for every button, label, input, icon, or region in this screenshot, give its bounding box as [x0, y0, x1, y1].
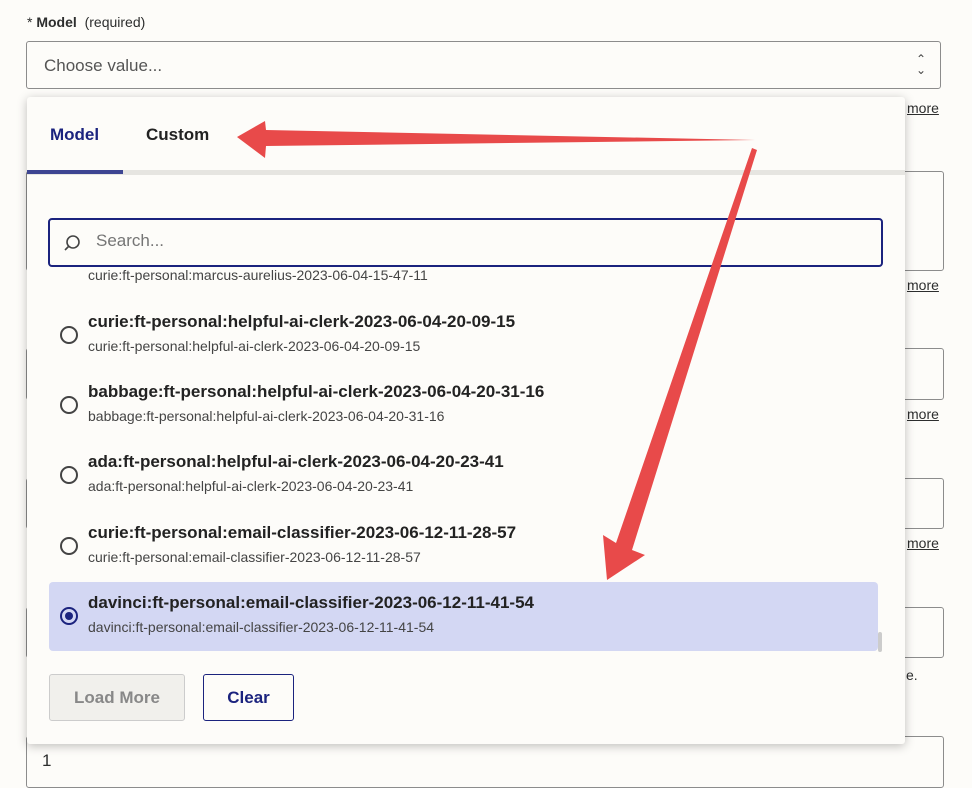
- option-subtitle: ada:ft-personal:helpful-ai-clerk-2023-06…: [88, 478, 414, 494]
- tab-bar: [27, 170, 905, 175]
- option-subtitle: curie:ft-personal:helpful-ai-clerk-2023-…: [88, 338, 421, 354]
- scrollbar[interactable]: [878, 632, 882, 652]
- model-field-label: * Model (required): [27, 14, 145, 30]
- input-value: 1: [42, 751, 52, 770]
- clear-button[interactable]: Clear: [203, 674, 294, 721]
- option-title: curie:ft-personal:email-classifier-2023-…: [88, 523, 517, 542]
- option-title: babbage:ft-personal:helpful-ai-clerk-202…: [88, 382, 545, 401]
- background-text: e.: [906, 667, 918, 683]
- option-subtitle: davinci:ft-personal:email-classifier-202…: [88, 619, 435, 635]
- option-subtitle: curie:ft-personal:email-classifier-2023-…: [88, 549, 421, 565]
- model-select[interactable]: Choose value... ⌃ ⌄: [26, 41, 941, 89]
- active-tab-indicator: [27, 170, 123, 174]
- label-text: Model: [36, 14, 77, 30]
- radio-button[interactable]: [60, 326, 78, 344]
- tab-model[interactable]: Model: [50, 125, 99, 145]
- option-item[interactable]: curie:ft-personal:email-classifier-2023-…: [49, 512, 878, 581]
- chevron-up-down-icon: ⌃ ⌄: [915, 52, 926, 77]
- option-item[interactable]: babbage:ft-personal:helpful-ai-clerk-202…: [49, 371, 878, 440]
- more-link[interactable]: more: [907, 100, 939, 116]
- radio-button[interactable]: [60, 466, 78, 484]
- option-title: davinci:ft-personal:email-classifier-202…: [88, 593, 534, 612]
- search-input[interactable]: [94, 230, 798, 252]
- required-marker: *: [27, 14, 33, 30]
- model-options-list: curie:ft-personal:marcus-aurelius-2023-0…: [49, 269, 883, 653]
- option-subtitle: babbage:ft-personal:helpful-ai-clerk-202…: [88, 408, 445, 424]
- partial-option-subtitle: curie:ft-personal:marcus-aurelius-2023-0…: [88, 269, 428, 283]
- model-dropdown: Model Custom curie:ft-personal:marcus-au…: [27, 97, 905, 744]
- more-link[interactable]: more: [907, 535, 939, 551]
- radio-button[interactable]: [60, 537, 78, 555]
- select-placeholder: Choose value...: [44, 56, 163, 75]
- load-more-button[interactable]: Load More: [49, 674, 185, 721]
- option-item[interactable]: ada:ft-personal:helpful-ai-clerk-2023-06…: [49, 441, 878, 510]
- more-link[interactable]: more: [907, 277, 939, 293]
- required-hint: (required): [84, 14, 146, 30]
- option-title: curie:ft-personal:helpful-ai-clerk-2023-…: [88, 312, 516, 331]
- tab-custom[interactable]: Custom: [146, 125, 209, 145]
- search-icon: [64, 235, 80, 251]
- more-link[interactable]: more: [907, 406, 939, 422]
- search-box[interactable]: [48, 218, 883, 267]
- option-title: ada:ft-personal:helpful-ai-clerk-2023-06…: [88, 452, 504, 471]
- option-item[interactable]: curie:ft-personal:helpful-ai-clerk-2023-…: [49, 301, 878, 370]
- option-item-selected[interactable]: davinci:ft-personal:email-classifier-202…: [49, 582, 878, 651]
- radio-button[interactable]: [60, 396, 78, 414]
- radio-button-checked[interactable]: [60, 607, 78, 625]
